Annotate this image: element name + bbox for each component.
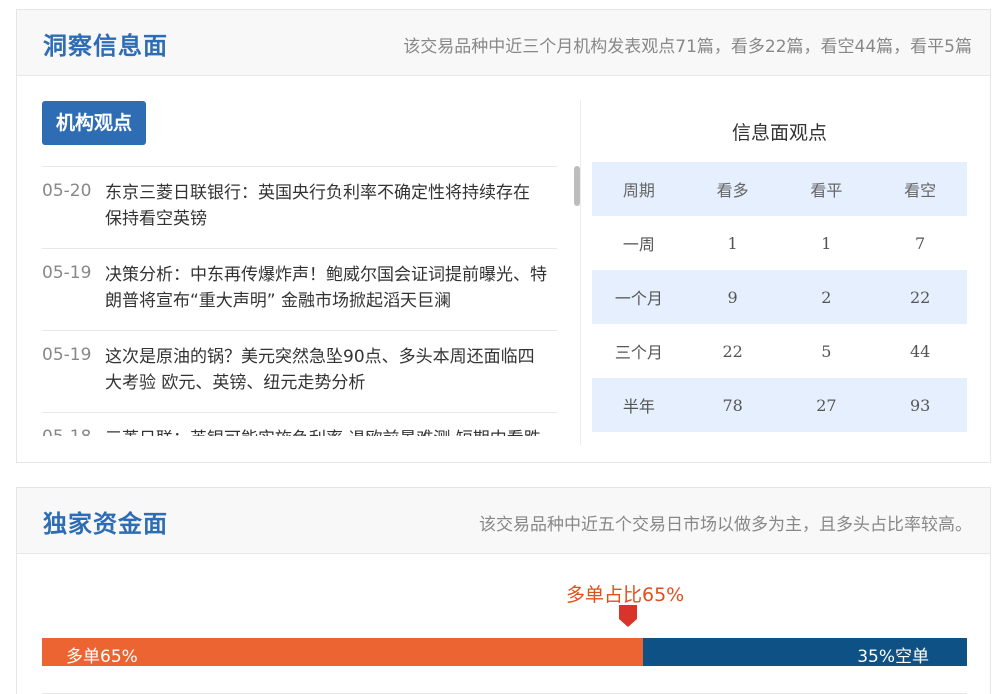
news-title-link[interactable]: 三菱日联：英银可能实施负利率 退欧前景难测 短期内看跌 xyxy=(105,426,550,436)
long-position-label: 多单65% xyxy=(66,647,138,667)
table-row: 一周 1 1 7 xyxy=(592,216,967,270)
table-header-cell: 看多 xyxy=(716,181,749,200)
table-cell: 1 xyxy=(727,233,738,253)
news-date: 05-19 xyxy=(42,345,92,365)
news-date: 05-20 xyxy=(42,181,92,201)
table-header-cell: 周期 xyxy=(622,181,655,200)
table-cell: 93 xyxy=(909,395,931,415)
news-title-link[interactable]: 东京三菱日联银行：英国央行负利率不确定性将持续存在 保持看空英镑 xyxy=(105,180,550,232)
long-position-bar: 多单65% xyxy=(42,638,644,667)
news-item[interactable]: 05-18 三菱日联：英银可能实施负利率 退欧前景难测 短期内看跌 xyxy=(42,413,557,436)
news-item[interactable]: 05-19 这次是原油的锅？美元突然急坠90点、多头本周还面临四大考验 欧元、英… xyxy=(42,331,557,413)
table-header-cell: 看平 xyxy=(810,181,843,200)
institution-view-tab[interactable]: 机构观点 xyxy=(42,101,147,145)
table-cell: 9 xyxy=(727,287,738,307)
table-header-cell: 看空 xyxy=(904,181,937,200)
ratio-marker-icon xyxy=(619,605,637,627)
short-position-bar: 35%空单 xyxy=(643,638,967,667)
info-panel-summary: 该交易品种中近三个月机构发表观点71篇，看多22篇，看空44篇，看平5篇 xyxy=(403,37,972,57)
table-cell: 5 xyxy=(821,341,832,361)
table-cell: 1 xyxy=(821,233,832,253)
long-ratio-label: 多单占比65% xyxy=(566,584,685,606)
position-ratio-bar: 多单65% 35%空单 xyxy=(42,638,967,667)
info-panel-title: 洞察信息面 xyxy=(43,32,168,60)
fund-panel-header: 独家资金面 该交易品种中近五个交易日市场以做多为主，且多头占比率较高。 xyxy=(17,488,990,554)
table-row: 三个月 22 5 44 xyxy=(592,324,967,378)
news-item[interactable]: 05-20 东京三菱日联银行：英国央行负利率不确定性将持续存在 保持看空英镑 xyxy=(42,167,557,249)
news-item[interactable]: 05-19 决策分析：中东再传爆炸声！鲍威尔国会证词提前曝光、特朗普将宣布“重大… xyxy=(42,249,557,331)
news-list[interactable]: 05-20 东京三菱日联银行：英国央行负利率不确定性将持续存在 保持看空英镑 0… xyxy=(42,166,557,436)
news-title-link[interactable]: 这次是原油的锅？美元突然急坠90点、多头本周还面临四大考验 欧元、英镑、纽元走势… xyxy=(105,344,550,396)
info-table-title: 信息面观点 xyxy=(731,122,827,144)
fund-panel-title: 独家资金面 xyxy=(43,510,168,538)
info-panel: 洞察信息面 该交易品种中近三个月机构发表观点71篇，看多22篇，看空44篇，看平… xyxy=(16,9,991,463)
table-cell: 7 xyxy=(915,233,926,253)
table-cell: 27 xyxy=(816,395,837,415)
info-table: 周期 看多 看平 看空 一周 1 1 7 一个月 9 2 22 三个月 22 5… xyxy=(592,162,967,432)
table-cell: 2 xyxy=(821,287,832,307)
info-panel-header: 洞察信息面 该交易品种中近三个月机构发表观点71篇，看多22篇，看空44篇，看平… xyxy=(17,10,990,76)
table-cell: 一个月 xyxy=(614,289,663,308)
table-row: 半年 78 27 93 xyxy=(592,378,967,432)
news-date: 05-18 xyxy=(42,427,91,436)
table-cell: 一周 xyxy=(622,235,655,254)
news-date: 05-19 xyxy=(42,263,92,283)
table-row: 一个月 9 2 22 xyxy=(592,270,967,324)
divider xyxy=(580,100,581,445)
table-cell: 半年 xyxy=(622,397,655,416)
table-header-row: 周期 看多 看平 看空 xyxy=(592,162,967,216)
table-cell: 三个月 xyxy=(614,343,663,362)
table-cell: 44 xyxy=(909,341,931,361)
table-cell: 22 xyxy=(909,287,931,307)
fund-panel-summary: 该交易品种中近五个交易日市场以做多为主，且多头占比率较高。 xyxy=(479,515,972,535)
short-position-label: 35%空单 xyxy=(857,647,929,667)
fund-panel: 独家资金面 该交易品种中近五个交易日市场以做多为主，且多头占比率较高。 多单占比… xyxy=(16,487,991,694)
news-title-link[interactable]: 决策分析：中东再传爆炸声！鲍威尔国会证词提前曝光、特朗普将宣布“重大声明” 金融… xyxy=(105,262,550,314)
table-cell: 78 xyxy=(722,395,743,415)
table-cell: 22 xyxy=(722,341,743,361)
